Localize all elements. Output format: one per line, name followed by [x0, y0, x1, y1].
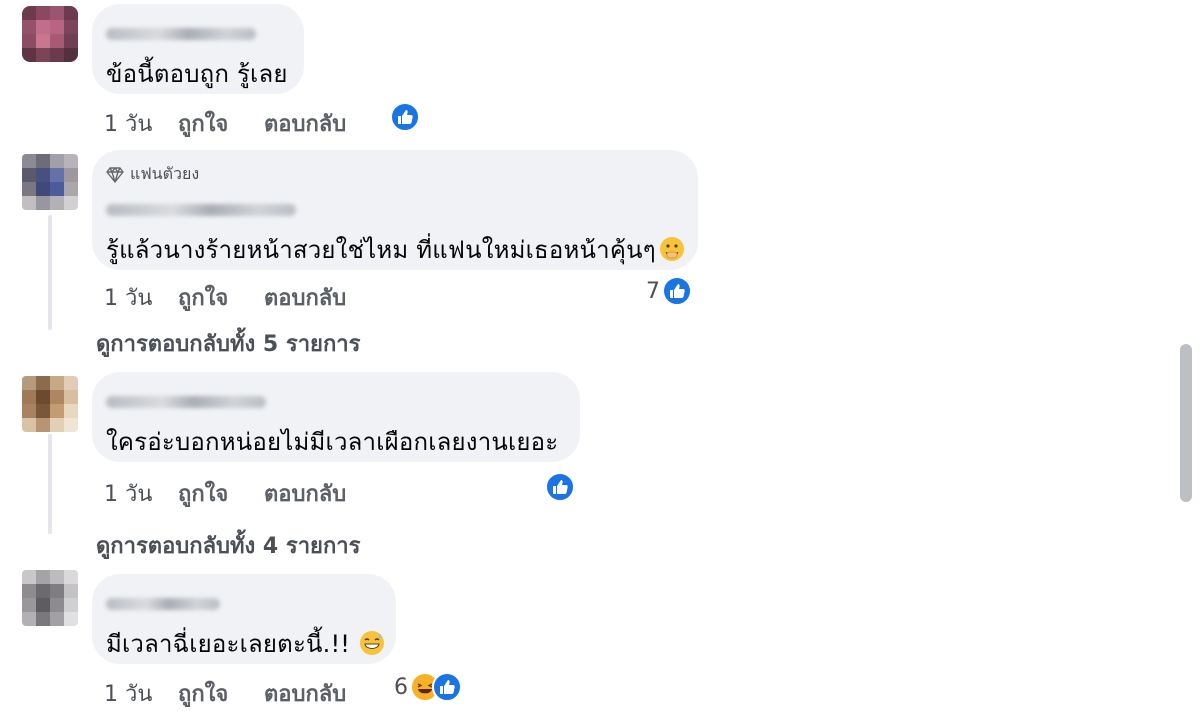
avatar[interactable] — [22, 6, 78, 62]
like-button[interactable]: ถูกใจ — [178, 106, 264, 141]
comment-timestamp[interactable]: 1 วัน — [104, 476, 178, 511]
thread-line — [48, 434, 52, 534]
comment-text: ใครอ่ะบอกหน่อยไม่มีเวลาเผือกเลยงานเยอะ — [106, 428, 559, 456]
reply-button[interactable]: ตอบกลับ — [264, 676, 346, 711]
top-fan-badge[interactable]: แฟนตัวยง — [106, 162, 199, 187]
comment-text-content: รู้แล้วนางร้ายหน้าสวยใช่ไหม ที่แฟนใหม่เธ… — [106, 236, 656, 264]
thread-line — [48, 215, 52, 330]
author-name-blurred[interactable] — [106, 28, 256, 40]
comment-timestamp[interactable]: 1 วัน — [104, 676, 178, 711]
like-icon — [432, 672, 462, 702]
comment-timestamp[interactable]: 1 วัน — [104, 106, 178, 141]
reaction-count: 6 — [394, 674, 408, 700]
face-with-hand-over-mouth-icon — [659, 237, 684, 261]
comment-text: รู้แล้วนางร้ายหน้าสวยใช่ไหม ที่แฟนใหม่เธ… — [106, 230, 684, 269]
like-icon — [662, 276, 692, 306]
avatar[interactable] — [22, 154, 78, 210]
diamond-icon — [106, 166, 124, 183]
view-replies-link[interactable]: ดูการตอบกลับทั้ง 5 รายการ — [96, 326, 360, 361]
comment-actions: 1 วัน ถูกใจ ตอบกลับ — [104, 106, 346, 141]
comment-text-content: มีเวลาฉี่เยอะเลยตะนี้.!! — [106, 630, 351, 658]
reaction-summary[interactable] — [545, 472, 575, 502]
author-name-blurred[interactable] — [106, 598, 220, 610]
grinning-face-with-sweat-icon — [360, 631, 385, 655]
author-name-blurred[interactable] — [106, 204, 296, 216]
reaction-count: 7 — [646, 278, 660, 304]
reaction-summary[interactable]: 7 — [646, 276, 692, 306]
like-icon — [390, 102, 420, 132]
view-replies-link[interactable]: ดูการตอบกลับทั้ง 4 รายการ — [96, 528, 360, 563]
avatar[interactable] — [22, 570, 78, 626]
comment-actions: 1 วัน ถูกใจ ตอบกลับ — [104, 676, 346, 711]
like-button[interactable]: ถูกใจ — [178, 676, 264, 711]
like-button[interactable]: ถูกใจ — [178, 280, 264, 315]
comment-text: มีเวลาฉี่เยอะเลยตะนี้.!! — [106, 624, 385, 663]
comment-actions: 1 วัน ถูกใจ ตอบกลับ — [104, 476, 346, 511]
comment-text: ข้อนี้ตอบถูก รู้เลย — [106, 60, 288, 88]
comment-bubble: แฟนตัวยง รู้แล้วนางร้ายหน้าสวยใช่ไหม ที่… — [92, 150, 698, 270]
comment-bubble: ใครอ่ะบอกหน่อยไม่มีเวลาเผือกเลยงานเยอะ — [92, 372, 580, 462]
comment-bubble: มีเวลาฉี่เยอะเลยตะนี้.!! — [92, 574, 396, 664]
reply-button[interactable]: ตอบกลับ — [264, 476, 346, 511]
avatar[interactable] — [22, 376, 78, 432]
scrollbar-thumb[interactable] — [1180, 344, 1192, 502]
comment-actions: 1 วัน ถูกใจ ตอบกลับ — [104, 280, 346, 315]
like-button[interactable]: ถูกใจ — [178, 476, 264, 511]
author-name-blurred[interactable] — [106, 396, 266, 408]
like-icon — [545, 472, 575, 502]
comment-bubble: ข้อนี้ตอบถูก รู้เลย — [92, 4, 304, 94]
reaction-summary[interactable] — [390, 102, 420, 132]
badge-label: แฟนตัวยง — [130, 164, 200, 183]
reply-button[interactable]: ตอบกลับ — [264, 106, 346, 141]
reaction-summary[interactable]: 6 — [394, 672, 462, 702]
comment-timestamp[interactable]: 1 วัน — [104, 280, 178, 315]
reply-button[interactable]: ตอบกลับ — [264, 280, 346, 315]
